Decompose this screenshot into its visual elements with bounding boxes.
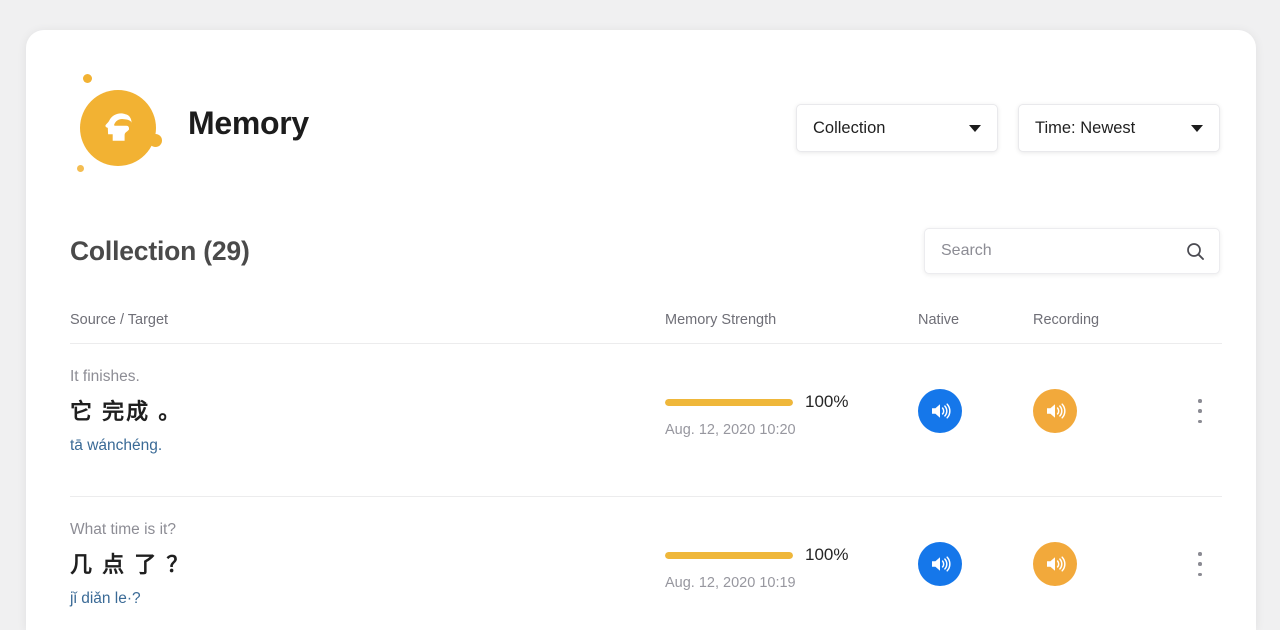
app-title: Memory xyxy=(188,104,309,141)
strength-bar-track xyxy=(665,398,793,406)
memory-strength-cell: 100% Aug. 12, 2020 10:20 xyxy=(665,392,895,438)
search-icon[interactable] xyxy=(1186,242,1205,261)
chevron-down-icon xyxy=(969,124,981,132)
row-timestamp: Aug. 12, 2020 10:19 xyxy=(665,575,796,591)
header-controls: Collection Time: Newest xyxy=(796,104,1220,152)
column-header-recording: Recording xyxy=(1033,312,1100,328)
memory-strength-cell: 100% Aug. 12, 2020 10:19 xyxy=(665,545,895,591)
kebab-dot xyxy=(1198,399,1202,403)
collection-select[interactable]: Collection xyxy=(796,104,998,152)
source-target-cell: What time is it? 几 点 了 ？ jǐ diǎn le·? xyxy=(70,521,630,609)
play-recording-audio-button[interactable] xyxy=(1033,542,1077,586)
speaker-icon xyxy=(932,403,951,419)
speaker-icon xyxy=(932,556,951,572)
column-header-source-target: Source / Target xyxy=(70,312,169,328)
target-text: 它 完成 。 xyxy=(70,398,183,424)
target-text: 几 点 了 ？ xyxy=(70,551,191,577)
play-native-audio-button[interactable] xyxy=(918,389,962,433)
app-logo xyxy=(70,68,170,178)
column-header-memory-strength: Memory Strength xyxy=(665,312,777,328)
pinyin-text[interactable]: tā wánchéng. xyxy=(70,437,630,456)
table-row[interactable]: It finishes. 它 完成 。 tā wánchéng. 100% Au… xyxy=(70,344,1222,497)
chevron-down-icon xyxy=(1191,124,1203,132)
kebab-dot xyxy=(1198,552,1202,556)
memory-table: Source / Target Memory Strength Native R… xyxy=(70,306,1222,630)
search-input[interactable] xyxy=(939,241,1186,261)
app-header: Memory Collection Time: Newest xyxy=(26,30,1256,190)
source-text: It finishes. xyxy=(70,368,140,385)
kebab-menu-icon[interactable] xyxy=(1188,549,1212,579)
strength-bar-fill xyxy=(665,398,793,406)
kebab-dot xyxy=(1198,419,1202,423)
strength-bar-row: 100% xyxy=(665,392,895,412)
page-title: Collection (29) xyxy=(70,236,250,266)
speaker-icon xyxy=(1047,403,1066,419)
brain-head-logo-icon xyxy=(80,90,156,166)
table-column-headers: Source / Target Memory Strength Native R… xyxy=(70,306,1222,344)
play-native-audio-button[interactable] xyxy=(918,542,962,586)
source-text: What time is it? xyxy=(70,521,176,538)
row-timestamp: Aug. 12, 2020 10:20 xyxy=(665,422,796,438)
strength-bar-row: 100% xyxy=(665,545,895,565)
kebab-dot xyxy=(1198,409,1202,413)
kebab-menu-icon[interactable] xyxy=(1188,396,1212,426)
sort-select-label: Time: Newest xyxy=(1035,118,1136,137)
play-recording-audio-button[interactable] xyxy=(1033,389,1077,433)
brand: Memory xyxy=(70,68,309,178)
column-header-native: Native xyxy=(918,312,960,328)
strength-bar-fill xyxy=(665,551,793,559)
logo-dot-bottom-icon xyxy=(77,165,84,172)
sort-select[interactable]: Time: Newest xyxy=(1018,104,1220,152)
section-header: Collection (29) xyxy=(26,220,1256,300)
kebab-dot xyxy=(1198,572,1202,576)
pinyin-text[interactable]: jǐ diǎn le·? xyxy=(70,590,630,609)
strength-bar-track xyxy=(665,551,793,559)
app-window: Memory Collection Time: Newest Collectio… xyxy=(26,30,1256,630)
strength-percent-label: 100% xyxy=(805,392,849,411)
table-row[interactable]: What time is it? 几 点 了 ？ jǐ diǎn le·? 10… xyxy=(70,497,1222,630)
strength-percent-label: 100% xyxy=(805,545,849,564)
search-box[interactable] xyxy=(924,228,1220,274)
kebab-dot xyxy=(1198,562,1202,566)
collection-select-label: Collection xyxy=(813,118,886,137)
logo-dot-top-icon xyxy=(83,74,92,83)
source-target-cell: It finishes. 它 完成 。 tā wánchéng. xyxy=(70,368,630,456)
speaker-icon xyxy=(1047,556,1066,572)
